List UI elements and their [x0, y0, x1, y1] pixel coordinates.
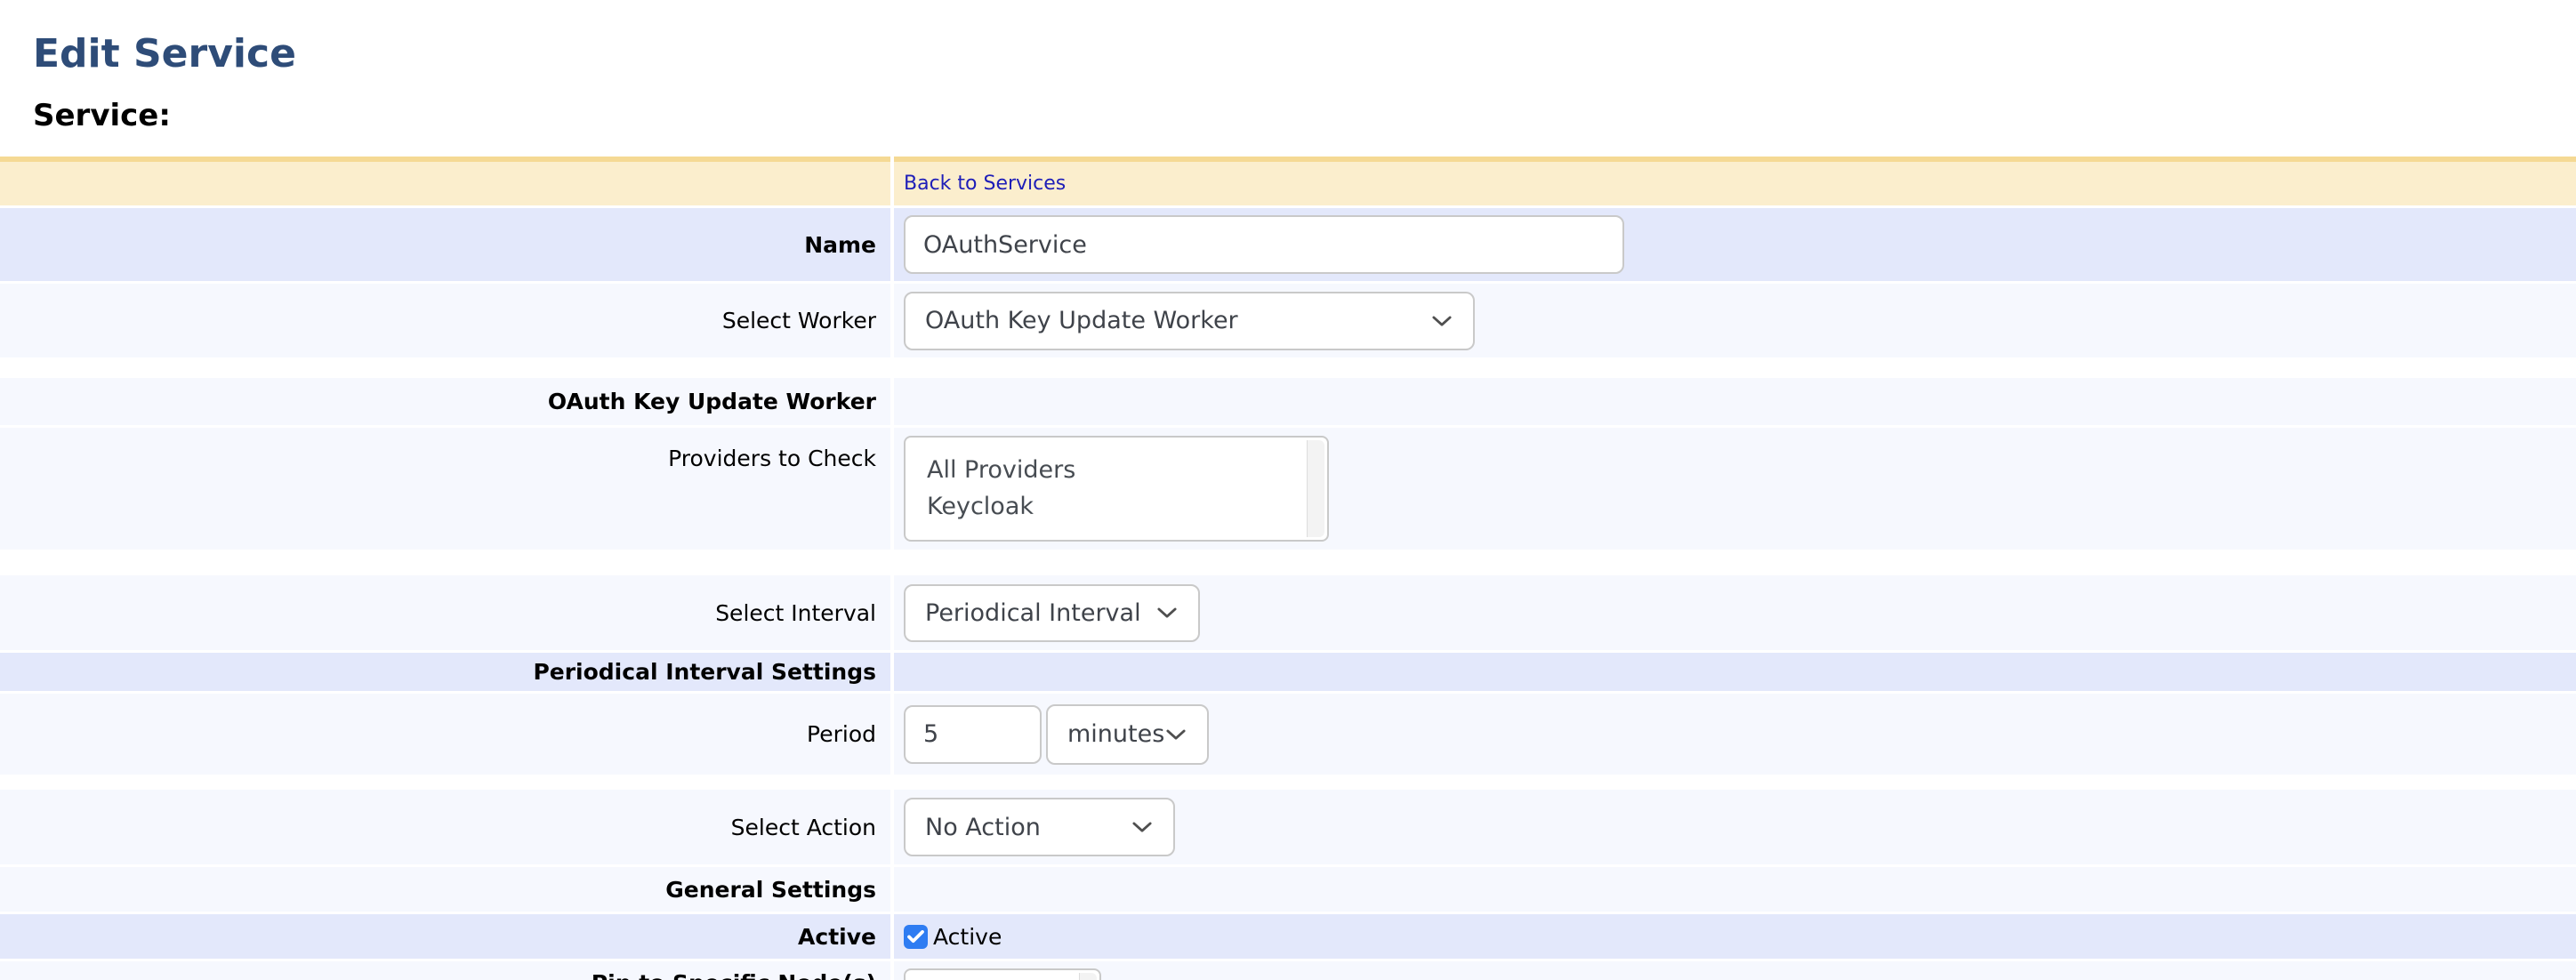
chevron-down-icon — [1157, 607, 1177, 619]
name-row: Name — [0, 208, 2576, 281]
listbox-option[interactable]: All Providers — [927, 452, 1300, 488]
active-row: Active Active — [0, 914, 2576, 959]
worker-select-value: OAuth Key Update Worker — [925, 307, 1238, 334]
chevron-down-icon — [1166, 729, 1186, 741]
name-input[interactable] — [904, 215, 1624, 274]
header-link-cell: Back to Services — [894, 157, 2576, 205]
worker-settings-header-row: OAuth Key Update Worker — [0, 378, 2576, 425]
interval-select-value: Periodical Interval — [925, 599, 1141, 627]
active-label: Active — [0, 914, 890, 959]
period-row: Period minutes — [0, 694, 2576, 775]
periodical-settings-header-row: Periodical Interval Settings — [0, 653, 2576, 691]
worker-settings-header: OAuth Key Update Worker — [0, 378, 890, 425]
pin-nodes-listbox[interactable] — [904, 968, 1101, 980]
pin-nodes-label: Pin to Specific Node(s) — [0, 961, 890, 980]
listbox-scrollbar[interactable] — [1079, 973, 1097, 980]
providers-row: Providers to Check All Providers Keycloa… — [0, 428, 2576, 550]
chevron-down-icon — [1432, 316, 1452, 327]
name-label: Name — [0, 208, 890, 281]
select-interval-row: Select Interval Periodical Interval — [0, 575, 2576, 650]
action-select-value: No Action — [925, 814, 1041, 841]
period-unit-select[interactable]: minutes — [1046, 704, 1209, 765]
providers-listbox[interactable]: All Providers Keycloak — [904, 436, 1329, 542]
listbox-scrollbar[interactable] — [1307, 440, 1324, 537]
service-subtitle: Service: — [33, 98, 2576, 133]
general-settings-header: General Settings — [0, 867, 890, 912]
period-unit-value: minutes — [1067, 720, 1164, 748]
providers-label: Providers to Check — [0, 428, 890, 550]
chevron-down-icon — [1132, 822, 1152, 833]
section-general: Select Action No Action General Settings… — [0, 790, 2576, 980]
periodical-settings-header: Periodical Interval Settings — [0, 653, 890, 691]
section-main: Back to Services Name Select Worker OAut… — [0, 157, 2576, 357]
action-select[interactable]: No Action — [904, 798, 1175, 856]
pin-nodes-row: Pin to Specific Node(s) — [0, 961, 2576, 980]
page-title: Edit Service — [0, 0, 2576, 76]
select-action-label: Select Action — [0, 790, 890, 864]
section-worker-settings: OAuth Key Update Worker Providers to Che… — [0, 378, 2576, 550]
edit-service-page: Edit Service Service: Back to Services N… — [0, 0, 2576, 980]
empty-cell — [894, 378, 2576, 425]
select-worker-label: Select Worker — [0, 284, 890, 357]
section-interval: Select Interval Periodical Interval Peri… — [0, 575, 2576, 775]
checkmark-icon — [907, 930, 924, 944]
header-spacer-cell — [0, 157, 890, 205]
empty-cell — [894, 653, 2576, 691]
period-label: Period — [0, 694, 890, 775]
general-settings-header-row: General Settings — [0, 867, 2576, 912]
back-to-services-link[interactable]: Back to Services — [904, 173, 1066, 195]
select-interval-label: Select Interval — [0, 575, 890, 650]
listbox-option[interactable]: Keycloak — [927, 488, 1300, 525]
empty-cell — [894, 867, 2576, 912]
select-worker-row: Select Worker OAuth Key Update Worker — [0, 284, 2576, 357]
active-checkbox-label: Active — [933, 924, 1002, 950]
select-action-row: Select Action No Action — [0, 790, 2576, 864]
table-header-row: Back to Services — [0, 157, 2576, 205]
worker-select[interactable]: OAuth Key Update Worker — [904, 292, 1475, 350]
period-value-input[interactable] — [904, 705, 1042, 764]
service-form: Back to Services Name Select Worker OAut… — [0, 157, 2576, 980]
interval-select[interactable]: Periodical Interval — [904, 584, 1200, 642]
active-checkbox[interactable] — [904, 925, 928, 949]
